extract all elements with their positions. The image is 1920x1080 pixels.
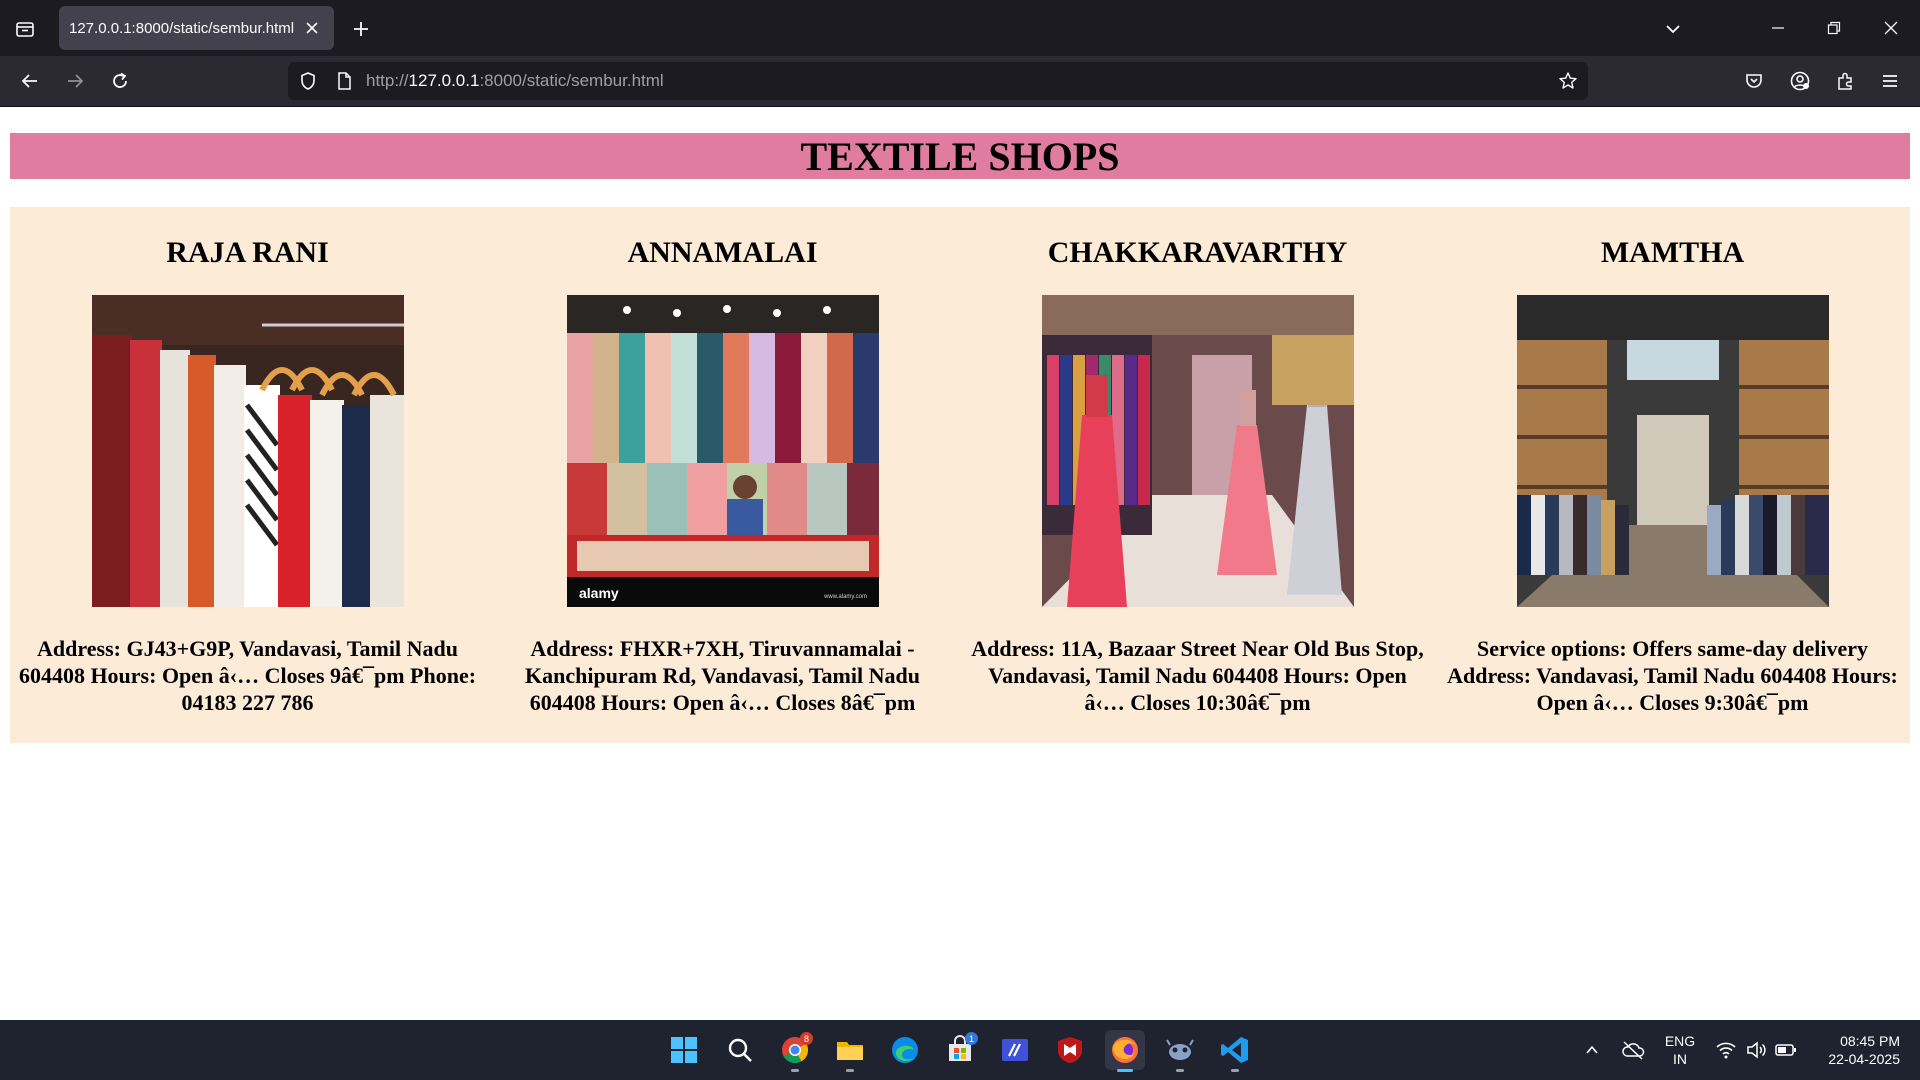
shop-details: Address: FHXR+7XH, Tiruvannamalai - Kanc…	[525, 636, 920, 715]
clock-date: 22-04-2025	[1828, 1051, 1900, 1067]
tracking-protection-icon[interactable]	[298, 71, 318, 96]
onedrive-offline-icon[interactable]	[1613, 1030, 1653, 1070]
firefox-icon[interactable]	[1105, 1030, 1145, 1072]
app-icon[interactable]	[1160, 1030, 1200, 1072]
shop-card-chakkaravarthy: CHAKKARAVARTHY Address: 11A, Bazaar Stre…	[960, 207, 1435, 743]
shop-details: Service options: Offers same-day deliver…	[1447, 636, 1898, 715]
shop-photo-clothing-rack	[91, 295, 404, 607]
running-indicator	[846, 1069, 854, 1072]
page-title: TEXTILE SHOPS	[800, 133, 1120, 179]
browser-tab-bar: 127.0.0.1:8000/static/sembur.html	[0, 0, 1920, 56]
shop-photo-menswear-store	[1516, 295, 1829, 607]
store-notification-badge: 1	[965, 1032, 978, 1045]
system-clock[interactable]: 08:45 PM 22-04-2025	[1800, 1032, 1900, 1068]
page-viewport: TEXTILE SHOPS RAJA RANI Address: GJ43+G9…	[0, 107, 1920, 1020]
mcafee-icon[interactable]	[1050, 1030, 1090, 1070]
shop-photo-saree-store: alamy www.alamy.com	[566, 295, 879, 607]
restore-icon[interactable]	[1814, 10, 1854, 46]
taskbar: 8 1 ENG IN 08:45 PM 22-04-2025	[0, 1020, 1920, 1080]
running-indicator	[791, 1069, 799, 1072]
shop-name: MAMTHA	[1600, 236, 1745, 269]
url-path: :8000/static/sembur.html	[479, 71, 664, 90]
url-text[interactable]: http://127.0.0.1:8000/static/sembur.html	[366, 71, 664, 91]
tab-active[interactable]: 127.0.0.1:8000/static/sembur.html	[59, 6, 334, 50]
shop-card-mamtha: MAMTHA Service options: Offers same-day …	[1435, 207, 1910, 743]
chrome-icon[interactable]: 8	[775, 1030, 815, 1072]
page-info-icon[interactable]	[334, 71, 354, 96]
menu-icon[interactable]	[1873, 64, 1907, 98]
file-explorer-icon[interactable]	[830, 1030, 870, 1072]
close-tab-icon[interactable]	[302, 18, 322, 38]
region-label: IN	[1673, 1051, 1687, 1067]
shop-details: Address: GJ43+G9P, Vandavasi, Tamil Nadu…	[18, 636, 477, 715]
forward-icon[interactable]	[58, 64, 92, 98]
shop-photo-boutique	[1041, 295, 1354, 607]
running-indicator	[1176, 1069, 1184, 1072]
account-icon[interactable]	[1783, 64, 1817, 98]
shop-name: ANNAMALAI	[627, 236, 818, 269]
shop-name: CHAKKARAVARTHY	[1047, 236, 1348, 269]
language-label: ENG	[1664, 1033, 1696, 1049]
clock-time: 08:45 PM	[1840, 1033, 1900, 1049]
back-icon[interactable]	[13, 64, 47, 98]
watermark-text: alamy	[579, 585, 619, 601]
tab-manager-icon[interactable]	[10, 14, 40, 44]
minimize-icon[interactable]	[1758, 10, 1798, 46]
vscode-icon[interactable]	[1215, 1030, 1255, 1072]
extensions-icon[interactable]	[1828, 64, 1862, 98]
url-host: 127.0.0.1	[408, 71, 480, 90]
new-tab-icon[interactable]	[346, 14, 376, 44]
bookmark-star-icon[interactable]	[1558, 71, 1578, 96]
title-banner: TEXTILE SHOPS	[10, 133, 1910, 179]
tab-title: 127.0.0.1:8000/static/sembur.html	[69, 19, 295, 37]
reload-icon[interactable]	[103, 64, 137, 98]
navigation-toolbar: http://127.0.0.1:8000/static/sembur.html	[0, 56, 1920, 106]
windows-start-icon[interactable]	[664, 1030, 704, 1070]
pocket-icon[interactable]	[1737, 64, 1771, 98]
list-all-tabs-icon[interactable]	[1658, 14, 1688, 44]
shop-card-raja-rani: RAJA RANI Address: GJ43+G9P, Vandavasi, …	[10, 207, 485, 743]
input-language-indicator[interactable]: ENG IN	[1652, 1032, 1708, 1068]
close-window-icon[interactable]	[1871, 10, 1911, 46]
shop-card-annamalai: ANNAMALAI alamy www.alamy.com Address: F…	[485, 207, 960, 743]
url-scheme: http://	[366, 71, 409, 90]
edge-icon[interactable]	[885, 1030, 925, 1070]
shops-panel: RAJA RANI Address: GJ43+G9P, Vandavasi, …	[10, 207, 1910, 743]
microsoft-store-icon[interactable]: 1	[940, 1030, 980, 1070]
code-app-icon[interactable]	[995, 1030, 1035, 1070]
watermark-url: www.alamy.com	[823, 594, 867, 600]
show-hidden-icons-icon[interactable]	[1572, 1030, 1612, 1070]
search-icon[interactable]	[720, 1030, 760, 1070]
chrome-notification-badge: 8	[800, 1032, 813, 1045]
shop-name: RAJA RANI	[166, 236, 329, 269]
shop-details: Address: 11A, Bazaar Street Near Old Bus…	[971, 636, 1424, 715]
running-indicator	[1231, 1069, 1239, 1072]
address-bar[interactable]: http://127.0.0.1:8000/static/sembur.html	[288, 62, 1588, 100]
active-indicator	[1117, 1069, 1133, 1072]
